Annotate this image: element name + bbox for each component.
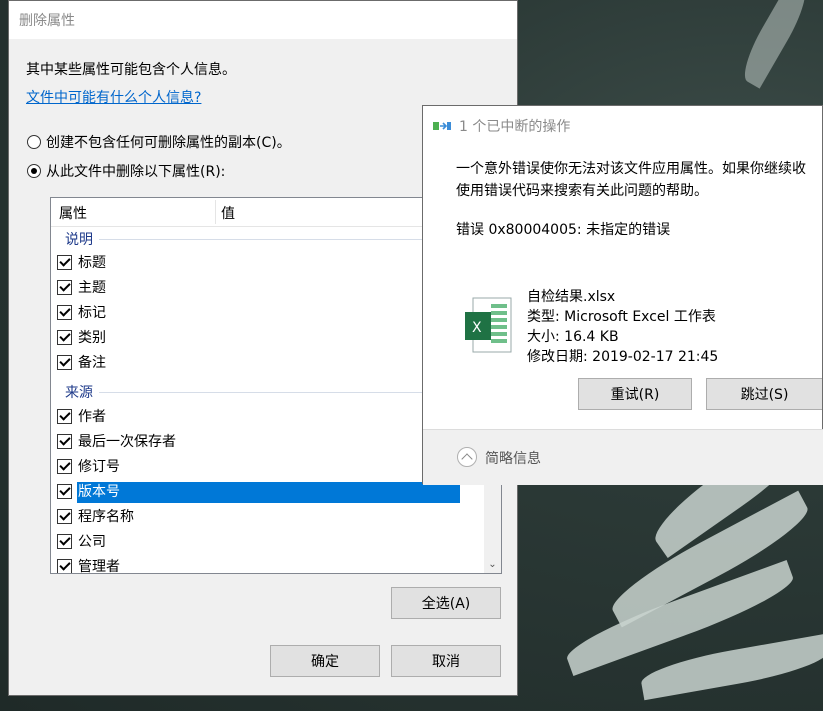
- radio-remove-label[interactable]: 从此文件中删除以下属性(R):: [46, 161, 225, 181]
- checkbox-icon[interactable]: [57, 459, 72, 474]
- column-header-property[interactable]: 属性: [59, 203, 87, 223]
- list-item-tags[interactable]: 标记: [51, 301, 481, 326]
- dialog-title-bar[interactable]: 删除属性: [9, 1, 517, 39]
- details-toggle[interactable]: 简略信息: [485, 448, 541, 468]
- list-item-manager[interactable]: 管理者: [51, 555, 481, 573]
- retry-button[interactable]: 重试(R): [578, 378, 692, 410]
- list-item-comments[interactable]: 备注: [51, 351, 481, 376]
- excel-file-icon: X: [463, 296, 513, 354]
- skip-button[interactable]: 跳过(S): [706, 378, 822, 410]
- dialog-title: 删除属性: [19, 13, 75, 29]
- checkbox-icon[interactable]: [57, 509, 72, 524]
- error-message-line1: 一个意外错误使你无法对该文件应用属性。如果你继续收: [456, 161, 806, 177]
- checkbox-icon[interactable]: [57, 484, 72, 499]
- checkbox-icon[interactable]: [57, 330, 72, 345]
- checkbox-icon[interactable]: [57, 305, 72, 320]
- select-all-button[interactable]: 全选(A): [391, 587, 501, 619]
- group-description: 说明: [51, 227, 481, 249]
- error-message-line2: 使用错误代码来搜索有关此问题的帮助。: [456, 183, 708, 199]
- dialog-title: 1 个已中断的操作: [459, 119, 571, 135]
- file-name: 自检结果.xlsx: [527, 289, 616, 305]
- dialog-footer: 简略信息: [423, 429, 823, 485]
- list-item-title[interactable]: 标题: [51, 251, 481, 276]
- radio-copy[interactable]: [27, 135, 41, 149]
- column-header-value[interactable]: 值: [221, 203, 235, 223]
- svg-text:X: X: [472, 320, 482, 336]
- info-text: 其中某些属性可能包含个人信息。: [26, 62, 236, 78]
- interrupted-operation-dialog: 1 个已中断的操作 一个意外错误使你无法对该文件应用属性。如果你继续收 使用错误…: [422, 105, 823, 485]
- dialog-title-bar[interactable]: 1 个已中断的操作: [433, 116, 570, 136]
- file-type: 类型: Microsoft Excel 工作表: [527, 309, 716, 325]
- checkbox-icon[interactable]: [57, 355, 72, 370]
- list-item-program-name[interactable]: 程序名称: [51, 505, 481, 530]
- cancel-button[interactable]: 取消: [391, 645, 501, 677]
- list-item-category[interactable]: 类别: [51, 326, 481, 351]
- checkbox-icon[interactable]: [57, 255, 72, 270]
- checkbox-icon[interactable]: [57, 559, 72, 573]
- file-size: 大小: 16.4 KB: [527, 329, 619, 345]
- radio-copy-label[interactable]: 创建不包含任何可删除属性的副本(C)。: [46, 132, 291, 152]
- chevron-up-icon[interactable]: [457, 447, 477, 467]
- checkbox-icon[interactable]: [57, 280, 72, 295]
- chevron-down-icon[interactable]: ⌄: [484, 556, 501, 573]
- list-item-revision[interactable]: 修订号: [51, 455, 481, 480]
- checkbox-icon[interactable]: [57, 434, 72, 449]
- personal-info-link[interactable]: 文件中可能有什么个人信息?: [26, 87, 201, 107]
- list-item-company[interactable]: 公司: [51, 530, 481, 555]
- group-origin: 来源: [51, 380, 481, 402]
- file-modified: 修改日期: 2019-02-17 21:45: [527, 349, 719, 365]
- list-item-author[interactable]: 作者: [51, 405, 481, 430]
- list-item-version[interactable]: 版本号: [51, 480, 481, 505]
- copy-progress-icon: [433, 119, 451, 133]
- error-code: 错误 0x80004005: 未指定的错误: [456, 222, 671, 238]
- checkbox-icon[interactable]: [57, 534, 72, 549]
- radio-remove[interactable]: [27, 164, 41, 178]
- checkbox-icon[interactable]: [57, 409, 72, 424]
- list-item-last-saved-by[interactable]: 最后一次保存者: [51, 430, 481, 455]
- ok-button[interactable]: 确定: [270, 645, 380, 677]
- list-item-subject[interactable]: 主题: [51, 276, 481, 301]
